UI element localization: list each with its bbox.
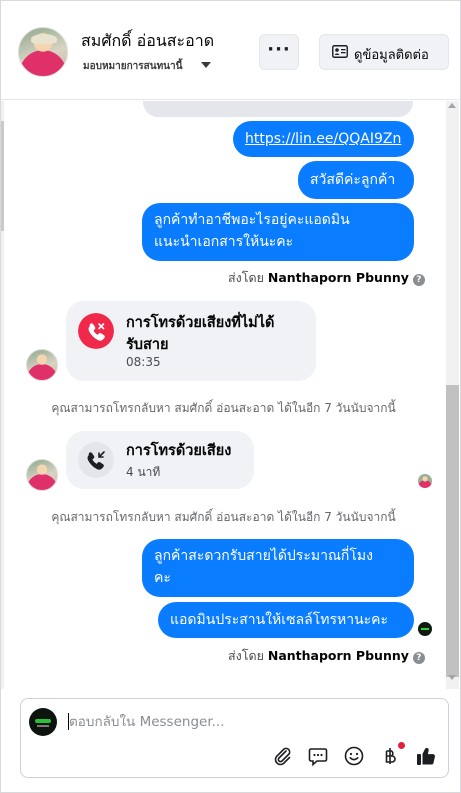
saved-reply-icon[interactable] — [307, 745, 329, 767]
callback-note: คุณสามารถโทรกลับหา สมศักดิ์ อ่อนสะอาด ได… — [51, 510, 396, 524]
conversation-header: สมศักดิ์ อ่อนสะอาด มอบหมายการสนทนานี้ ··… — [1, 1, 460, 100]
outgoing-message[interactable]: ลูกค้าสะดวกรับสายได้ประมาณกี่โมง คะ — [142, 539, 414, 597]
message-list[interactable]: https://lin.ee/QQAI9Zn สวัสดีค่ะลูกค้า ล… — [1, 101, 460, 689]
view-contact-info-label: ดูข้อมูลติดต่อ — [354, 48, 429, 63]
missed-call-title-line2: รับสาย — [126, 337, 169, 353]
more-icon: ··· — [267, 39, 291, 60]
help-icon[interactable]: ? — [412, 652, 425, 664]
message-text: สวัสดีค่ะลูกค้า — [310, 172, 396, 188]
missed-call-title: การโทรด้วยเสียงที่ไม่ได้ รับสาย — [126, 312, 274, 356]
more-options-button[interactable]: ··· — [259, 34, 299, 70]
message-composer — [20, 698, 449, 778]
missed-call-card[interactable]: การโทรด้วยเสียงที่ไม่ได้ รับสาย 08:35 — [66, 301, 316, 381]
scroll-down-arrow-icon[interactable] — [448, 675, 456, 680]
voice-call-duration: 4 นาที — [126, 465, 161, 479]
sender-name: Nanthaporn Pbunny — [267, 270, 409, 285]
previous-message-bubble[interactable] — [143, 101, 413, 117]
contact-avatar-small[interactable] — [26, 459, 58, 491]
message-text: ลูกค้าทำอาชีพอะไรอยู่คะแอดมิน — [154, 212, 350, 228]
left-scroll-thumb — [1, 121, 4, 231]
sent-by-prefix: ส่งโดย — [228, 270, 264, 285]
assign-conversation-label[interactable]: มอบหมายการสนทนานี้ — [83, 59, 182, 74]
sent-by-label: ส่งโดย Nanthaporn Pbunny? — [228, 646, 425, 666]
page-avatar — [29, 708, 57, 736]
outgoing-message[interactable]: ลูกค้าทำอาชีพอะไรอยู่คะแอดมิน แนะนำเอกสา… — [142, 203, 414, 261]
reply-input[interactable] — [69, 711, 439, 733]
view-contact-info-button[interactable]: ดูข้อมูลติดต่อ — [319, 34, 449, 70]
baht-icon[interactable] — [379, 745, 401, 767]
callback-note: คุณสามารถโทรกลับหา สมศักดิ์ อ่อนสะอาด ได… — [51, 401, 396, 415]
incoming-call-icon — [78, 442, 114, 478]
sent-by-label: ส่งโดย Nanthaporn Pbunny? — [228, 268, 425, 288]
outgoing-message[interactable]: สวัสดีค่ะลูกค้า — [298, 161, 414, 199]
message-text: แอดมินประสานให้เซลล์โทรหานะคะ — [170, 612, 389, 628]
outgoing-message-link[interactable]: https://lin.ee/QQAI9Zn — [233, 121, 414, 157]
contact-avatar-small[interactable] — [26, 349, 58, 381]
scroll-up-arrow-icon[interactable] — [448, 103, 456, 108]
scrollbar-thumb[interactable] — [446, 385, 459, 677]
message-text: คะ — [154, 570, 171, 586]
message-text: ลูกค้าสะดวกรับสายได้ประมาณกี่โมง — [154, 548, 373, 564]
missed-call-title-line1: การโทรด้วยเสียงที่ไม่ได้ — [126, 315, 275, 331]
read-receipt-avatar — [418, 474, 432, 488]
missed-call-time: 08:35 — [126, 355, 161, 369]
chevron-down-icon[interactable] — [201, 62, 211, 68]
contact-avatar[interactable] — [18, 27, 68, 77]
attachment-icon[interactable] — [271, 745, 293, 767]
emoji-icon[interactable] — [343, 745, 365, 767]
sent-by-prefix: ส่งโดย — [228, 648, 264, 663]
text-cursor — [68, 713, 69, 730]
voice-call-title: การโทรด้วยเสียง — [126, 443, 232, 459]
notification-dot — [398, 742, 405, 749]
voice-call-card[interactable]: การโทรด้วยเสียง 4 นาที — [66, 431, 254, 489]
contact-card-icon — [332, 45, 348, 58]
sender-name: Nanthaporn Pbunny — [267, 648, 409, 663]
missed-call-icon — [78, 313, 114, 349]
message-text: แนะนำเอกสารให้นะคะ — [154, 234, 294, 250]
message-link[interactable]: https://lin.ee/QQAI9Zn — [245, 131, 401, 147]
outgoing-message[interactable]: แอดมินประสานให้เซลล์โทรหานะคะ — [158, 602, 414, 638]
help-icon[interactable]: ? — [412, 274, 425, 286]
like-icon[interactable] — [415, 745, 437, 767]
messenger-window: สมศักดิ์ อ่อนสะอาด มอบหมายการสนทนานี้ ··… — [0, 0, 461, 793]
seen-by-page-avatar — [418, 622, 432, 636]
contact-name[interactable]: สมศักดิ์ อ่อนสะอาด — [81, 29, 214, 54]
